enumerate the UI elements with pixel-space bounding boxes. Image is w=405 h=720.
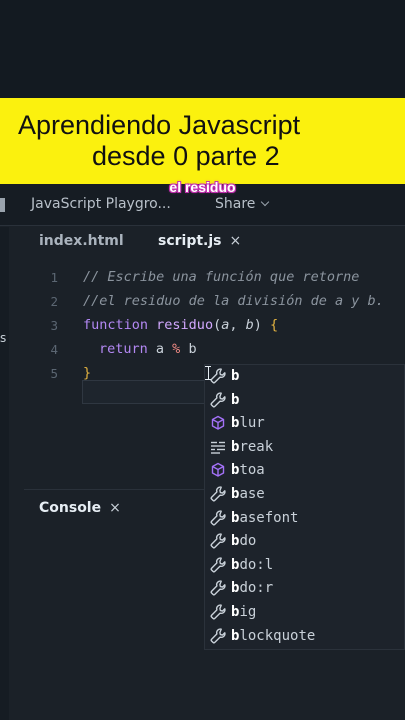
panel-edge-glyph: s [0,331,7,345]
project-title: JavaScript Playgro... [31,196,171,212]
code-line-3[interactable]: function residuo(a, b) { [83,317,278,333]
suggestion-rest: reak [239,438,274,455]
suggestion-item[interactable]: basefont [205,508,405,531]
operand-a: a [147,341,173,357]
banner-line-2: desde 0 parte 2 [92,141,280,171]
suggestion-label: blur [231,415,265,431]
suggestion-item[interactable]: bdo:l [205,555,405,578]
wrench-icon [209,485,227,503]
video-caption: el residuo [169,179,236,195]
autocomplete-suggestions[interactable]: b b blur break btoa base basefont bdo bdo:l bdo:r… [204,364,405,650]
suggestion-item[interactable]: btoa [205,460,405,483]
method-cube-icon [209,414,227,432]
tab-label: index.html [39,233,124,249]
suggestion-label: big [231,604,256,620]
chevron-down-icon [261,197,270,207]
suggestion-rest: toa [239,462,265,479]
suggestion-item[interactable]: base [205,484,405,507]
suggestion-rest: do [239,533,257,550]
line-number: 4 [50,342,58,357]
suggestion-item[interactable]: blur [205,413,405,436]
suggestion-label: blockquote [231,628,315,644]
close-console-icon[interactable]: × [109,500,121,516]
param-separator: , [229,317,246,333]
suggestion-rest: asefont [239,509,299,526]
brace-open: { [270,317,279,333]
suggestion-label: bdo:l [231,557,273,573]
operand-b: b [180,341,197,357]
wrench-icon [209,391,227,409]
code-line-4[interactable]: return a % b [99,341,197,357]
param-b: b [245,317,254,333]
keyword-icon [209,438,227,456]
title-banner: Aprendiendo Javascript desde 0 parte 2 [0,98,405,184]
tab-index-html[interactable]: index.html [39,233,124,249]
suggestion-match: b [231,391,240,408]
paren-close: ) [253,317,271,333]
method-cube-icon [209,461,227,479]
code-line-5[interactable]: } [83,365,91,381]
suggestion-item[interactable]: b [205,390,405,413]
project-title-dropdown[interactable]: JavaScript Playgro... [31,196,171,212]
suggestion-label: b [231,392,239,408]
suggestion-item[interactable]: bdo:r [205,578,405,601]
editor-tabs: index.html script.js × [24,227,405,257]
suggestion-label: bdo [231,533,256,549]
suggestion-label: bdo:r [231,580,273,596]
paren-open: ( [213,317,222,333]
suggestion-rest: ig [239,604,257,620]
suggestion-item[interactable]: blockquote [205,626,405,649]
code-line-2[interactable]: //el residuo de la división de a y b. [83,293,384,309]
suggestion-item[interactable]: break [205,437,405,460]
share-label: Share [215,196,256,212]
suggestion-item[interactable]: bdo [205,531,405,554]
text-cursor-icon [205,366,214,380]
tab-script-js[interactable]: script.js × [158,233,241,249]
wrench-icon [209,579,227,597]
suggestion-item[interactable]: big [205,602,405,625]
wrench-icon [209,627,227,645]
suggestion-rest: ase [239,486,265,502]
suggestion-item[interactable]: b [205,366,405,389]
suggestion-rest: do:l [239,556,274,573]
wrench-icon [209,556,227,574]
line-number: 2 [50,294,58,309]
banner-line-1: Aprendiendo Javascript [18,110,301,140]
sidebar-toggle-icon[interactable] [0,198,5,212]
comment: // Escribe una función que retorne [83,269,360,285]
wrench-icon [209,509,227,527]
line-number: 1 [50,270,58,285]
line-number: 3 [50,318,58,333]
code-line-1[interactable]: // Escribe una función que retorne [83,269,359,285]
suggestion-label: base [231,486,265,502]
tab-label: script.js [158,233,222,249]
wrench-icon [209,532,227,550]
suggestion-rest: lur [239,415,265,432]
video-top-background [0,0,405,98]
suggestion-match: b [231,368,240,384]
suggestion-label: basefont [231,510,298,526]
console-label: Console [39,500,102,516]
left-panel-edge: s [0,227,9,720]
close-tab-icon[interactable]: × [230,233,242,249]
suggestion-label: btoa [231,462,265,478]
keyword-return: return [99,341,148,357]
share-button[interactable]: Share [215,196,270,212]
keyword-function: function [83,317,149,333]
suggestion-rest: do:r [239,580,274,597]
comment: //el residuo de la división de a y b. [83,293,384,309]
brace-close: } [83,365,92,381]
suggestion-label: break [231,439,273,455]
function-name: residuo [156,317,214,333]
line-number: 5 [50,366,58,381]
tab-console[interactable]: Console × [39,500,121,516]
wrench-icon [209,603,227,621]
suggestion-label: b [231,368,239,384]
suggestion-rest: lockquote [239,627,316,644]
